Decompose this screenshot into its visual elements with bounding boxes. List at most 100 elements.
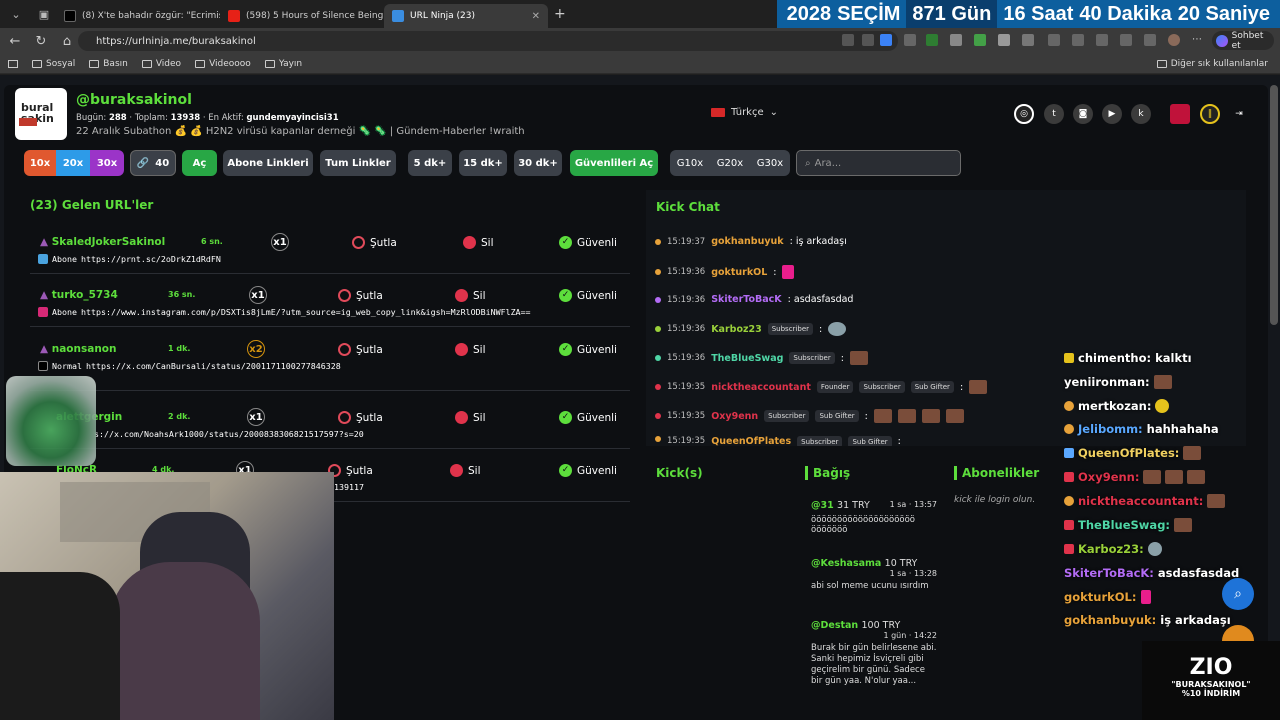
multiplier-10x-button[interactable]: 10x [24,150,56,176]
collections-icon[interactable] [1096,34,1108,46]
extension-icon[interactable] [904,34,916,46]
profile-avatar[interactable] [1168,34,1180,46]
message-user[interactable]: SkiterToBacK [711,294,781,305]
filter-5min-button[interactable]: 5 dk+ [408,150,452,176]
read-aloud-icon[interactable] [862,34,874,46]
kick-social-icon[interactable]: k [1131,104,1151,124]
safe-button[interactable]: ✓ Güvenli [559,236,617,249]
dribbble-icon[interactable]: ◎ [1014,104,1034,124]
twitter-icon[interactable]: t [1044,104,1064,124]
delete-button[interactable]: Sil [463,236,494,249]
extension-icon[interactable] [926,34,938,46]
pause-icon[interactable]: ‖ [1200,104,1220,124]
more-menu-icon[interactable]: ⋯ [1192,34,1204,46]
link-count-button[interactable]: 🔗 40 [130,150,176,176]
message-user[interactable]: gokturkOL [711,267,767,278]
browser-essentials-icon[interactable] [1120,34,1132,46]
message-user[interactable]: nicktheaccountant [711,382,811,393]
delete-button[interactable]: Sil [455,411,486,424]
url-sender[interactable]: ▲ turko_5734 [40,289,118,301]
url-link[interactable]: s://x.com/NoahsArk1000/status/2000838306… [94,429,364,439]
extension-icon[interactable] [998,34,1010,46]
filter-30min-button[interactable]: 30 dk+ [514,150,562,176]
refresh-icon[interactable]: ↻ [30,34,52,49]
g30x-button[interactable]: G30x [750,150,790,176]
kick-button[interactable]: Şutla [328,464,373,477]
bookmark-folder[interactable]: Videoooo [195,59,251,69]
message-user[interactable]: gokhanbuyuk [711,236,783,247]
kick-button[interactable]: Şutla [352,236,397,249]
safe-label: Güvenli [577,236,617,249]
url-sender[interactable]: ▲ SkaledJokerSakinol [40,236,165,248]
language-select[interactable]: Türkçe ⌄ [711,107,778,118]
message-user[interactable]: Oxy9enn [711,411,758,422]
message-user[interactable]: TheBlueSwag [711,353,783,364]
tab-x[interactable]: (8) X'te bahadır özgür: "Ecrimisil c.. ✕ [56,4,220,28]
open-safe-button[interactable]: Güvenlileri Aç [570,150,658,176]
safe-button[interactable]: ✓ Güvenli [559,289,617,302]
page-scrollbar[interactable] [1270,85,1278,325]
safe-button[interactable]: ✓ Güvenli [559,343,617,356]
back-icon[interactable]: ← [4,34,26,49]
bookmark-folder[interactable]: Basın [89,59,128,69]
filter-15min-button[interactable]: 15 dk+ [459,150,507,176]
webcam-overlay [0,472,334,720]
g20x-button[interactable]: G20x [710,150,750,176]
new-tab-icon[interactable]: + [554,6,566,22]
alert-icon[interactable] [1170,104,1190,124]
delete-button[interactable]: Sil [455,289,486,302]
open-button[interactable]: Aç [182,150,217,176]
url-link[interactable]: 139117 [334,482,364,492]
message-user[interactable]: Karboz23 [711,324,762,335]
subscriber-badge: Subscriber [764,410,810,422]
g10x-button[interactable]: G10x [670,150,710,176]
other-favorites[interactable]: Diğer sık kullanılanlar [1156,59,1268,69]
safe-button[interactable]: ✓ Güvenli [559,464,617,477]
logout-icon[interactable]: ⇥ [1229,104,1249,124]
extension-icon[interactable] [974,34,986,46]
bookmark-folder[interactable]: Yayın [264,59,302,69]
message-user[interactable]: QueenOfPlates [711,436,791,446]
channel-username[interactable]: @buraksakinol [76,92,192,108]
home-icon[interactable]: ⌂ [56,34,78,49]
kick-button[interactable]: Şutla [338,343,383,356]
multiplier-20x-button[interactable]: 20x [56,150,90,176]
tab-youtube[interactable]: (598) 5 Hours of Silence Being Ra.. ✕ [220,4,384,28]
zoom-icon[interactable] [842,34,854,46]
sponsor-banner: ZIO "BURAKSAKINOL" %10 İNDİRİM [1142,641,1280,720]
url-sender[interactable]: ▲ naonsanon [40,343,116,355]
search-input[interactable]: ⌕ Ara... [796,150,961,176]
subscriber-links-button[interactable]: Abone Linkleri [223,150,313,176]
message-time: 15:19:36 [667,324,706,334]
url-link[interactable]: Normal https://x.com/CanBursali/status/20… [38,361,341,371]
youtube-social-icon[interactable]: ▶ [1102,104,1122,124]
favorites-icon[interactable] [1072,34,1084,46]
tab-list-icon[interactable]: ⌄ [4,2,28,26]
reading-list-icon[interactable] [8,59,18,68]
extension-icon[interactable] [950,34,962,46]
multiplier-30x-button[interactable]: 30x [90,150,124,176]
url-input[interactable]: https://urlninja.me/buraksakinol [78,31,898,51]
kick-button[interactable]: Şutla [338,289,383,302]
bookmark-folder[interactable]: Sosyal [32,59,75,69]
login-hint[interactable]: kick ile login olun. [954,495,1035,505]
all-links-button[interactable]: Tum Linkler [320,150,396,176]
close-tab-icon[interactable]: ✕ [532,11,540,22]
split-screen-icon[interactable] [1048,34,1060,46]
instagram-icon[interactable]: ◙ [1073,104,1093,124]
safe-button[interactable]: ✓ Güvenli [559,411,617,424]
workspaces-icon[interactable]: ▣ [32,2,56,26]
tab-urlninja[interactable]: URL Ninja (23) ✕ [384,4,548,28]
bookmark-folder[interactable]: Video [141,59,181,69]
kick-button[interactable]: Şutla [338,411,383,424]
delete-button[interactable]: Sil [450,464,481,477]
extension-icon[interactable] [1022,34,1034,46]
favorite-star-icon[interactable] [880,34,892,46]
url-link[interactable]: Abone https://prnt.sc/2oDrkZ1dRdFN [38,254,221,264]
copilot-chat-button[interactable]: Sohbet et [1212,31,1274,51]
delete-button[interactable]: Sil [455,343,486,356]
share-icon[interactable] [1144,34,1156,46]
search-fab-button[interactable]: ⌕ [1222,578,1254,610]
url-link[interactable]: Abone https://www.instagram.com/p/DSXTis8… [38,307,531,317]
x-icon [38,361,48,371]
